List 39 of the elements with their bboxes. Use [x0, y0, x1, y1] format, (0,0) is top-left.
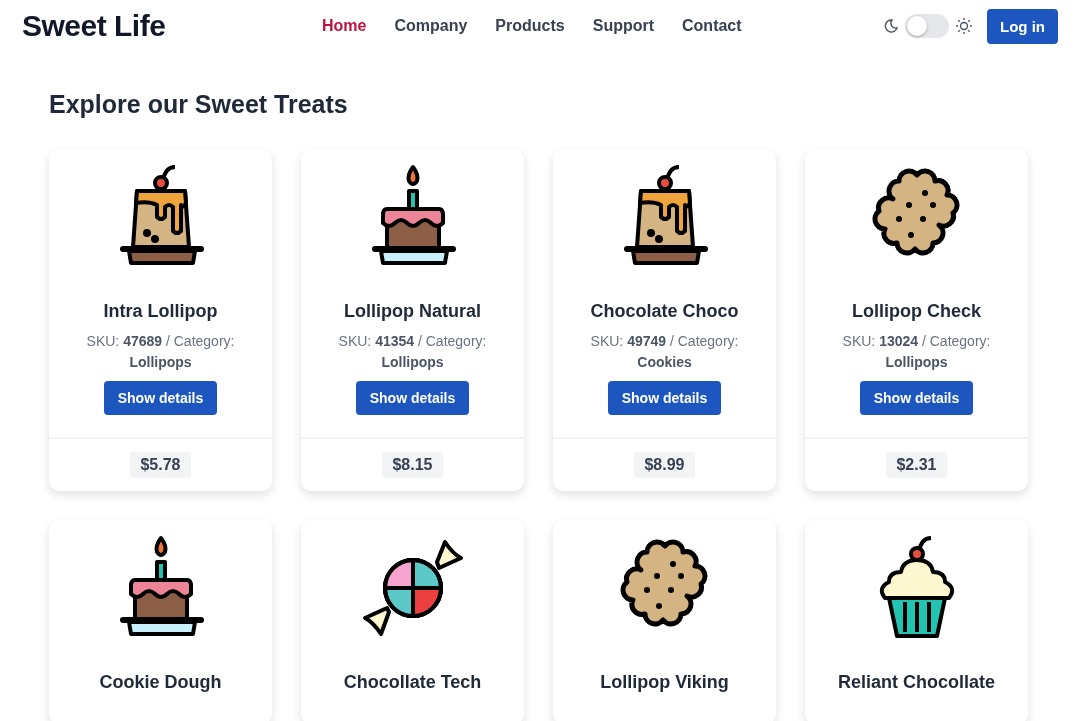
- cake-icon: [371, 165, 456, 265]
- nav-link[interactable]: Support: [592, 17, 655, 35]
- sun-icon: [955, 17, 973, 35]
- price-tag: $5.78: [130, 452, 191, 478]
- theme-toggle[interactable]: [905, 14, 949, 38]
- product-meta: SKU: 49749 / Category: Cookies: [589, 332, 740, 372]
- cake-icon: [119, 536, 204, 636]
- pudding-icon: [623, 165, 708, 265]
- cookie-icon: [620, 539, 707, 627]
- nav-link[interactable]: Home: [322, 17, 367, 35]
- moon-icon: [883, 18, 899, 34]
- product-name: Lollipop Natural: [344, 301, 481, 322]
- product-name: Reliant Chocollate: [838, 672, 995, 693]
- product-name: Chocollate Tech: [343, 672, 482, 693]
- price-tag: $2.31: [886, 452, 947, 478]
- product-name: Chocolate Choco: [590, 301, 739, 322]
- candy-icon: [362, 540, 463, 636]
- nav-link[interactable]: Products: [495, 17, 565, 35]
- nav-link[interactable]: Company: [394, 17, 468, 35]
- product-name: Cookie Dough: [99, 672, 222, 693]
- nav-link[interactable]: Contact: [682, 17, 742, 35]
- product-name: Lollipop Viking: [600, 672, 729, 693]
- price-tag: $8.15: [382, 452, 443, 478]
- site-logo[interactable]: Sweet Life: [22, 9, 302, 43]
- price-tag: $8.99: [634, 452, 695, 478]
- cupcake-icon: [879, 536, 954, 638]
- product-name: Lollipop Check: [852, 301, 981, 322]
- login-button[interactable]: Log in: [987, 8, 1058, 44]
- product-meta: SKU: 41354 / Category: Lollipops: [337, 332, 488, 372]
- pudding-icon: [119, 165, 204, 265]
- product-meta: SKU: 13024 / Category: Lollipops: [841, 332, 992, 372]
- cookie-icon: [872, 168, 959, 256]
- show-details-button[interactable]: Show details: [355, 381, 470, 415]
- product-meta: SKU: 47689 / Category: Lollipops: [85, 332, 236, 372]
- page-heading: Explore our Sweet Treats: [49, 90, 349, 119]
- show-details-button[interactable]: Show details: [103, 381, 218, 415]
- product-name: Intra Lollipop: [103, 301, 218, 322]
- show-details-button[interactable]: Show details: [859, 381, 974, 415]
- show-details-button[interactable]: Show details: [607, 381, 722, 415]
